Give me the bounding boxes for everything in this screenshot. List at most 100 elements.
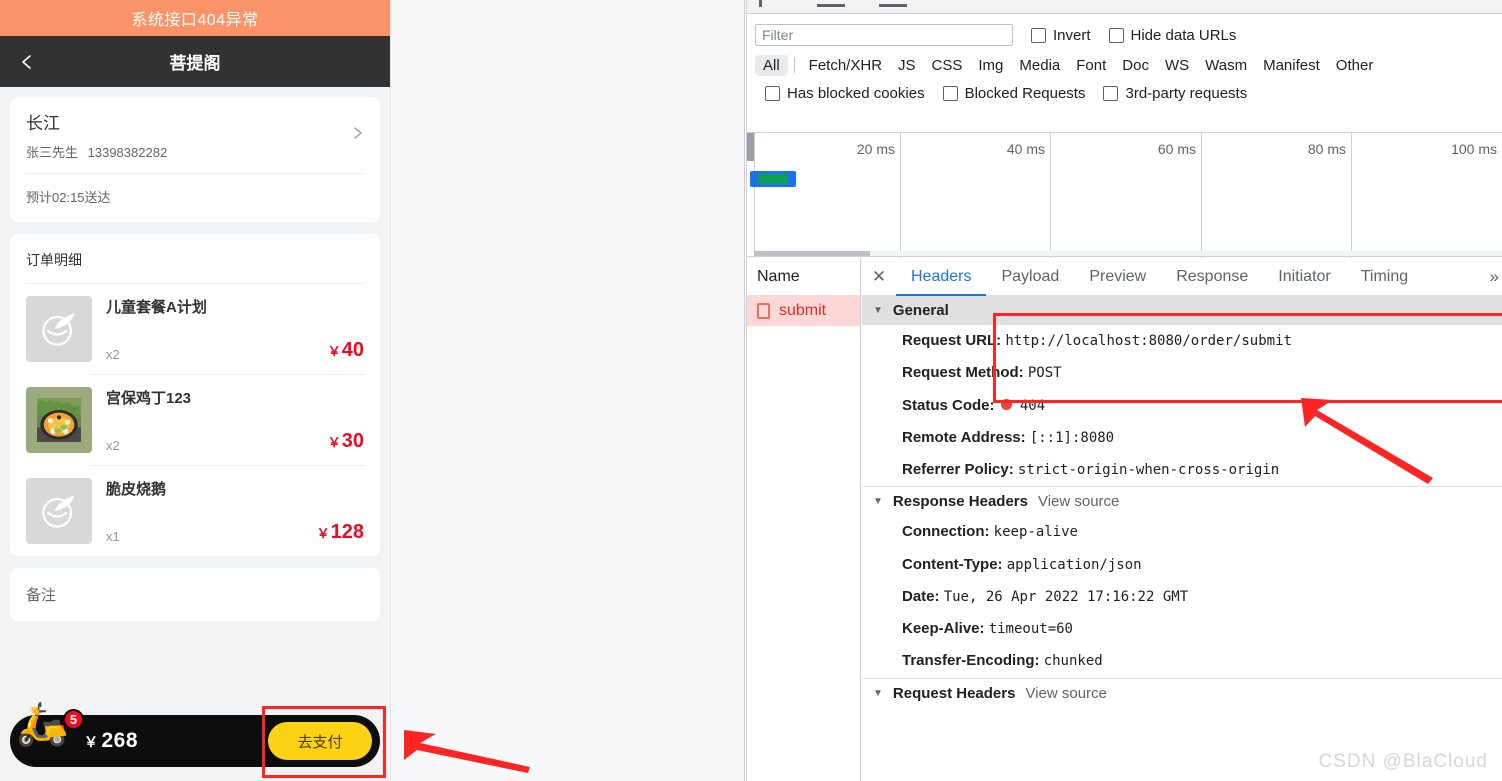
- checkbox-box[interactable]: [942, 85, 958, 101]
- address-phone: 13398382282: [87, 144, 168, 160]
- alert-banner: 系统接口404异常: [0, 0, 390, 36]
- request-list-column-header[interactable]: Name: [747, 258, 860, 296]
- tab-preview[interactable]: Preview: [1074, 258, 1161, 296]
- tab-initiator[interactable]: Initiator: [1263, 258, 1345, 296]
- order-item[interactable]: 宫保鸡丁123 x2 ￥30: [10, 375, 380, 465]
- overview-scrollbar[interactable]: [747, 133, 754, 161]
- request-row-submit[interactable]: submit: [747, 296, 860, 326]
- placeholder-bowl-icon: [26, 477, 92, 544]
- status-error-dot: [1000, 398, 1012, 410]
- type-filter-doc[interactable]: Doc: [1114, 55, 1157, 76]
- type-filter-ws[interactable]: WS: [1157, 55, 1197, 76]
- response-headers-section-header[interactable]: ▼ Response Headers View source: [862, 486, 1502, 517]
- filter-button-clipped[interactable]: [879, 4, 907, 7]
- invert-checkbox[interactable]: Invert: [1031, 27, 1091, 44]
- address-summary[interactable]: 长江 张三先生 13398382282: [10, 97, 380, 173]
- general-row-request-method: Request Method: POST: [902, 364, 1062, 382]
- response-headers-body: Connection: keep-alive Content-Type: app…: [862, 516, 1502, 677]
- clear-button-clipped[interactable]: [817, 4, 845, 7]
- address-name: 长江: [26, 114, 60, 133]
- request-row-name: submit: [779, 302, 827, 319]
- triangle-down-icon: ▼: [873, 496, 883, 508]
- request-timeline-bar[interactable]: [750, 171, 796, 187]
- order-item-price: ￥40: [327, 338, 364, 361]
- remark-card[interactable]: 备注: [10, 567, 380, 621]
- checkbox-box[interactable]: [765, 85, 780, 101]
- invert-label: Invert: [1053, 26, 1091, 44]
- resource-type-filters: All Fetch/XHR JS CSS Img Media Font Doc …: [747, 51, 1502, 79]
- checkbox-box[interactable]: [1103, 85, 1119, 101]
- watermark: CSDN @BlaCloud: [1318, 751, 1488, 772]
- third-party-requests-checkbox[interactable]: 3rd-party requests: [1103, 85, 1247, 102]
- pay-button[interactable]: 去支付: [268, 722, 372, 760]
- checkbox-box[interactable]: [1108, 27, 1124, 43]
- general-section-header[interactable]: ▼ General: [862, 296, 1502, 325]
- type-filter-wasm[interactable]: Wasm: [1197, 55, 1255, 76]
- order-item-name: 宫保鸡丁123: [106, 389, 192, 407]
- order-item[interactable]: 脆皮烧鹅 x1 ￥128: [10, 466, 380, 556]
- network-overview-timeline[interactable]: 20 ms 40 ms 60 ms 80 ms 100 ms: [747, 132, 1502, 258]
- order-item-price: ￥128: [316, 520, 364, 543]
- type-filter-all[interactable]: All: [755, 54, 788, 76]
- timeline-tick: 40 ms: [1006, 141, 1045, 157]
- order-item-qty: x2: [106, 346, 120, 362]
- type-filter-css[interactable]: CSS: [924, 55, 971, 76]
- blocked-filter-row: Has blocked cookies Blocked Requests 3rd…: [747, 79, 1502, 107]
- order-item-name: 脆皮烧鹅: [106, 480, 167, 498]
- order-item[interactable]: 儿童套餐A计划 x2 ￥40: [10, 284, 380, 374]
- response-row-content-type: Content-Type: application/json: [902, 555, 1142, 573]
- hide-data-urls-checkbox[interactable]: Hide data URLs: [1108, 26, 1237, 44]
- overview-horizontal-scrollbar-thumb[interactable]: [754, 251, 870, 256]
- type-filter-fetch-xhr[interactable]: Fetch/XHR: [801, 55, 890, 76]
- order-item-body: 宫保鸡丁123 x2 ￥30: [106, 387, 364, 465]
- delivery-rider-icon: 🛵 5: [10, 703, 84, 767]
- record-button-clipped[interactable]: [759, 0, 762, 7]
- filter-row: Invert Hide data URLs: [747, 19, 1502, 51]
- type-filter-manifest[interactable]: Manifest: [1255, 55, 1328, 76]
- order-detail-title: 订单明细: [26, 251, 82, 268]
- triangle-down-icon: ▼: [873, 305, 883, 316]
- chevron-right-icon[interactable]: [352, 124, 364, 147]
- address-contact-line: 张三先生 13398382282: [26, 142, 352, 161]
- address-contact: 张三先生: [26, 144, 79, 160]
- close-icon[interactable]: ✕: [862, 267, 896, 287]
- alert-banner-text: 系统接口404异常: [131, 12, 259, 29]
- placeholder-bowl-icon: [26, 295, 92, 362]
- gridline: [900, 133, 901, 258]
- chevron-left-icon[interactable]: [18, 53, 36, 71]
- network-body: Name submit ✕ Headers Payload Preview Re…: [747, 258, 1502, 781]
- blocked-requests-checkbox[interactable]: Blocked Requests: [942, 85, 1085, 102]
- has-blocked-cookies-checkbox[interactable]: Has blocked cookies: [765, 85, 925, 102]
- hide-data-urls-label: Hide data URLs: [1130, 26, 1237, 44]
- tab-timing[interactable]: Timing: [1346, 258, 1423, 296]
- view-source-link[interactable]: View source: [1025, 685, 1106, 702]
- address-card[interactable]: 长江 张三先生 13398382282 预计02:15送达: [10, 97, 380, 222]
- type-filter-font[interactable]: Font: [1068, 55, 1114, 76]
- type-filter-other[interactable]: Other: [1328, 55, 1382, 76]
- tab-response[interactable]: Response: [1161, 258, 1263, 296]
- request-detail-pane: ✕ Headers Payload Preview Response Initi…: [862, 258, 1502, 781]
- type-filter-media[interactable]: Media: [1011, 55, 1068, 76]
- general-row-request-url: Request URL: http://localhost:8080/order…: [902, 332, 1292, 349]
- type-filter-js[interactable]: JS: [890, 55, 924, 76]
- request-headers-section-header[interactable]: ▼ Request Headers View source: [862, 677, 1502, 708]
- general-section-body: Request URL: http://localhost:8080/order…: [862, 325, 1502, 487]
- submit-bar: 🛵 5 ￥ 268 去支付: [10, 703, 380, 767]
- type-filter-img[interactable]: Img: [970, 55, 1011, 76]
- response-headers-title: Response Headers: [892, 493, 1028, 511]
- response-row-keep-alive: Keep-Alive: timeout=60: [902, 620, 1073, 637]
- order-item-qty: x2: [106, 437, 120, 453]
- timeline-tick: 20 ms: [856, 141, 895, 157]
- tab-headers[interactable]: Headers: [896, 258, 986, 296]
- viewport-edge: [744, 0, 745, 781]
- view-source-link[interactable]: View source: [1038, 493, 1119, 510]
- divider: [754, 133, 755, 258]
- filter-input[interactable]: [755, 24, 1013, 46]
- document-icon: [757, 303, 770, 319]
- response-row-date: Date: Tue, 26 Apr 2022 17:16:22 GMT: [902, 587, 1189, 605]
- checkbox-box[interactable]: [1031, 27, 1046, 43]
- request-headers-title: Request Headers: [892, 684, 1016, 702]
- tab-payload[interactable]: Payload: [986, 258, 1074, 296]
- remark-label: 备注: [26, 586, 57, 604]
- chevron-right-double-icon[interactable]: »: [1490, 267, 1499, 287]
